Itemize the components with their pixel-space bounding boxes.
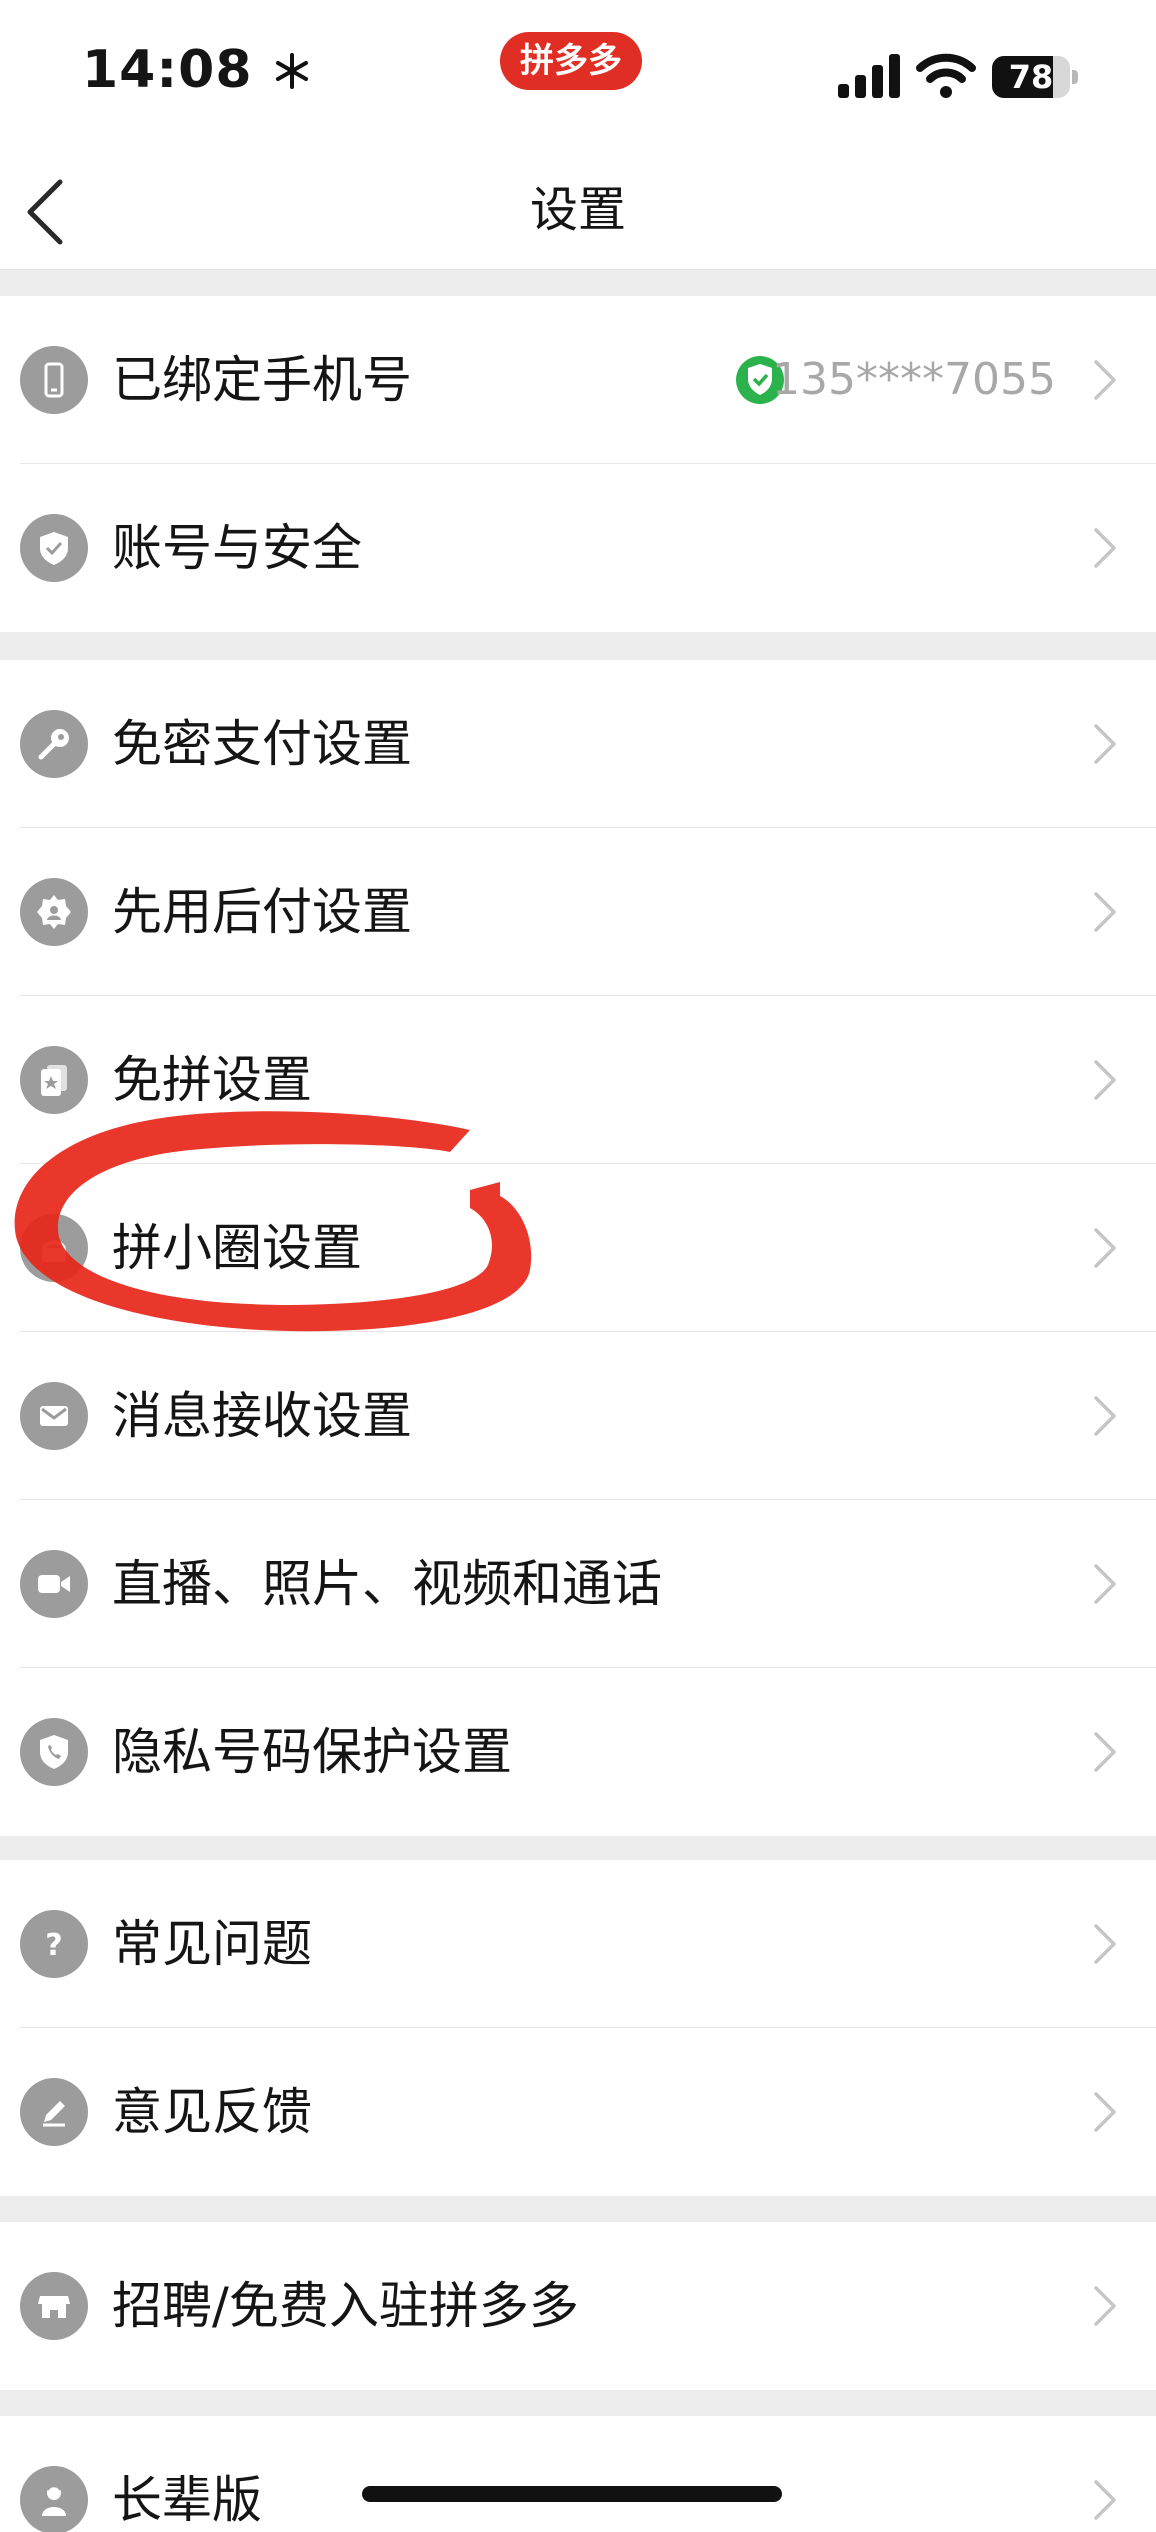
store-icon xyxy=(20,2272,88,2340)
settings-row-feedback[interactable]: 意见反馈 xyxy=(0,2028,1156,2196)
video-camera-icon xyxy=(20,1550,88,1618)
badge-icon xyxy=(20,878,88,946)
svg-text:?: ? xyxy=(45,1928,62,1963)
settings-group: 已绑定手机号 135****7055 账号与安全 xyxy=(0,296,1156,632)
settings-row-label: 免拼设置 xyxy=(112,1051,312,1109)
chevron-right-icon xyxy=(1094,1732,1116,1772)
elder-icon xyxy=(20,2466,88,2532)
cards-icon xyxy=(20,1046,88,1114)
settings-row-media[interactable]: 直播、照片、视频和通话 xyxy=(0,1500,1156,1668)
status-time: 14:08 xyxy=(82,40,312,100)
chevron-right-icon xyxy=(1094,2092,1116,2132)
settings-row-recruit[interactable]: 招聘/免费入驻拼多多 xyxy=(0,2222,1156,2390)
settings-row-skip-group[interactable]: 免拼设置 xyxy=(0,996,1156,1164)
chevron-right-icon xyxy=(1094,892,1116,932)
settings-row-password-free-pay[interactable]: 免密支付设置 xyxy=(0,660,1156,828)
settings-row-phone[interactable]: 已绑定手机号 135****7055 xyxy=(0,296,1156,464)
settings-row-label: 账号与安全 xyxy=(112,519,362,577)
chevron-right-icon xyxy=(1094,1228,1116,1268)
nav-bar: 设置 xyxy=(0,150,1156,270)
settings-row-label: 已绑定手机号 xyxy=(112,351,412,409)
settings-row-label: 常见问题 xyxy=(112,1915,312,1973)
settings-row-messages[interactable]: 消息接收设置 xyxy=(0,1332,1156,1500)
settings-row-label: 意见反馈 xyxy=(112,2083,312,2141)
settings-group: 免密支付设置 先用后付设置 免拼设置拼小圈设置消息接收设置直播、照片、视频和通话 隐私… xyxy=(0,660,1156,1836)
mail-icon xyxy=(20,1382,88,1450)
chevron-right-icon xyxy=(1094,360,1116,400)
settings-row-circle[interactable]: 拼小圈设置 xyxy=(0,1164,1156,1332)
settings-row-elder-mode[interactable]: 长辈版 xyxy=(0,2416,1156,2532)
settings-row-faq[interactable]: ? 常见问题 xyxy=(0,1860,1156,2028)
chevron-right-icon xyxy=(1094,1396,1116,1436)
settings-row-pay-later[interactable]: 先用后付设置 xyxy=(0,828,1156,996)
settings-row-label: 免密支付设置 xyxy=(112,715,412,773)
settings-row-label: 隐私号码保护设置 xyxy=(112,1723,512,1781)
key-icon xyxy=(20,710,88,778)
circle-icon xyxy=(20,1214,88,1282)
chevron-right-icon xyxy=(1094,1564,1116,1604)
chevron-right-icon xyxy=(1094,1060,1116,1100)
settings-row-account-security[interactable]: 账号与安全 xyxy=(0,464,1156,632)
chevron-right-icon xyxy=(1094,2480,1116,2520)
settings-row-label: 先用后付设置 xyxy=(112,883,412,941)
settings-row-label: 长辈版 xyxy=(112,2471,262,2529)
chevron-right-icon xyxy=(1094,528,1116,568)
phone-shield-icon xyxy=(20,1718,88,1786)
chevron-right-icon xyxy=(1094,2286,1116,2326)
app-badge: 拼多多 xyxy=(500,32,642,90)
pencil-icon xyxy=(20,2078,88,2146)
signal-icon xyxy=(838,54,900,98)
settings-row-privacy-number[interactable]: 隐私号码保护设置 xyxy=(0,1668,1156,1836)
page-title: 设置 xyxy=(529,182,626,238)
battery-level: 78 xyxy=(1008,58,1054,96)
settings-row-value: 135****7055 xyxy=(772,354,1056,405)
settings-group: ? 常见问题意见反馈 xyxy=(0,1860,1156,2196)
wifi-icon xyxy=(916,53,976,98)
status-bar: 14:08 拼多多 78 xyxy=(0,0,1156,150)
settings-row-label: 直播、照片、视频和通话 xyxy=(112,1555,662,1613)
chevron-right-icon xyxy=(1094,1924,1116,1964)
settings-row-label: 拼小圈设置 xyxy=(112,1219,362,1277)
chevron-right-icon xyxy=(1094,724,1116,764)
back-button[interactable] xyxy=(18,174,74,250)
settings-group: 长辈版 xyxy=(0,2416,1156,2532)
home-indicator[interactable] xyxy=(362,2486,782,2502)
question-icon: ? xyxy=(20,1910,88,1978)
settings-row-label: 消息接收设置 xyxy=(112,1387,412,1445)
snowflake-icon xyxy=(275,53,308,89)
settings-group: 招聘/免费入驻拼多多 xyxy=(0,2222,1156,2390)
phone-icon xyxy=(20,346,88,414)
settings-row-label: 招聘/免费入驻拼多多 xyxy=(112,2277,579,2335)
shield-icon xyxy=(20,514,88,582)
battery-indicator: 78 xyxy=(992,56,1078,98)
